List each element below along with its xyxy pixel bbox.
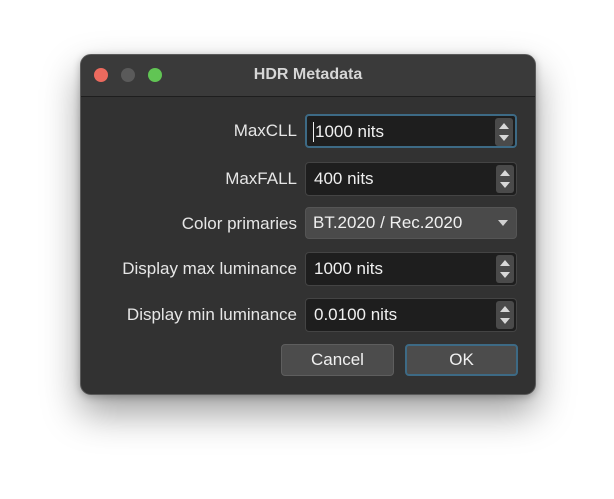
step-down-icon[interactable] [500,272,510,278]
display-max-luminance-stepper[interactable] [496,255,514,283]
chevron-down-icon [498,220,508,226]
display-min-luminance-spinbox[interactable]: 0.0100 nits [305,298,517,332]
color-primaries-dropdown[interactable]: BT.2020 / Rec.2020 [305,207,517,239]
color-primaries-value: BT.2020 / Rec.2020 [313,213,463,232]
step-up-icon[interactable] [500,306,510,312]
display-max-luminance-value[interactable]: 1000 nits [314,259,383,279]
max-cll-spinbox[interactable]: 1000 nits [305,114,517,148]
step-up-icon[interactable] [500,170,510,176]
step-down-icon[interactable] [500,318,510,324]
color-primaries-row: Color primaries BT.2020 / Rec.2020 [81,207,535,241]
step-down-icon[interactable] [499,135,509,141]
max-cll-stepper[interactable] [495,118,513,146]
step-down-icon[interactable] [500,182,510,188]
text-caret [313,122,314,142]
cancel-button[interactable]: Cancel [281,344,394,376]
color-primaries-label: Color primaries [181,214,297,233]
max-fall-value[interactable]: 400 nits [314,169,374,189]
display-min-luminance-row: Display min luminance 0.0100 nits [81,298,535,332]
display-min-luminance-stepper[interactable] [496,301,514,329]
max-fall-label: MaxFALL [225,169,297,188]
step-up-icon[interactable] [500,260,510,266]
max-cll-label: MaxCLL [233,121,297,140]
max-cll-value[interactable]: 1000 nits [315,122,384,142]
hdr-metadata-dialog: HDR Metadata MaxCLL 1000 nits MaxFALL 40… [80,54,536,395]
ok-button[interactable]: OK [405,344,518,376]
title-bar[interactable]: HDR Metadata [81,55,535,97]
display-min-luminance-value[interactable]: 0.0100 nits [314,305,397,325]
display-max-luminance-label: Display max luminance [122,259,297,278]
max-fall-spinbox[interactable]: 400 nits [305,162,517,196]
max-fall-row: MaxFALL 400 nits [81,162,535,196]
step-up-icon[interactable] [499,123,509,129]
dialog-title: HDR Metadata [253,66,363,83]
max-fall-stepper[interactable] [496,165,514,193]
max-cll-row: MaxCLL 1000 nits [81,114,535,148]
display-max-luminance-spinbox[interactable]: 1000 nits [305,252,517,286]
display-min-luminance-label: Display min luminance [126,305,297,324]
display-max-luminance-row: Display max luminance 1000 nits [81,252,535,286]
